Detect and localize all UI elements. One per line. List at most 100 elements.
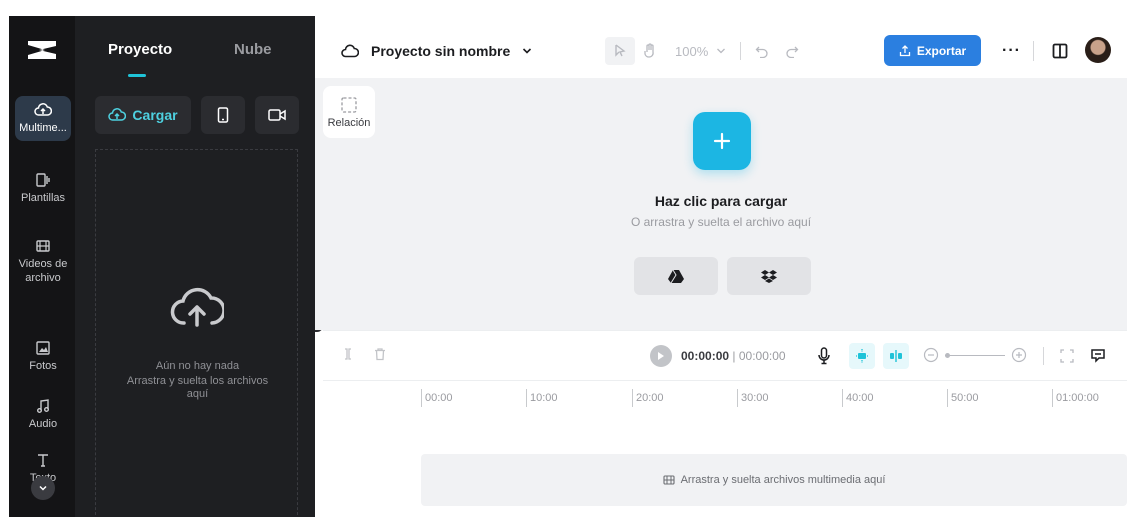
microphone-icon[interactable] [817, 347, 831, 365]
upload-row: Cargar [95, 96, 299, 134]
aspect-ratio-icon [341, 96, 357, 113]
auto-snap-toggle[interactable] [849, 343, 875, 369]
upload-button[interactable]: Cargar [95, 96, 191, 134]
export-icon [899, 44, 910, 56]
cloud-icon [341, 44, 359, 58]
link-clips-toggle[interactable] [883, 343, 909, 369]
rail-more-button[interactable] [31, 476, 55, 500]
ruler-tick: 50:00 [947, 389, 979, 407]
image-icon [36, 341, 50, 355]
avatar[interactable] [1085, 37, 1111, 63]
divider [740, 42, 742, 60]
split-clip-icon[interactable] [341, 347, 355, 361]
project-name: Proyecto sin nombre [371, 43, 511, 59]
tab-proyecto[interactable]: Proyecto [108, 41, 172, 58]
pointer-icon [615, 44, 626, 57]
phone-upload-button[interactable] [201, 96, 245, 134]
template-icon [36, 173, 50, 187]
upload-label: Cargar [132, 107, 178, 123]
rail-item-label: Fotos [29, 360, 57, 372]
phone-icon [217, 107, 229, 123]
project-selector[interactable]: Proyecto sin nombre [341, 43, 532, 59]
cloud-upload-icon [108, 108, 127, 121]
chevron-down-icon [39, 485, 47, 491]
zoom-slider-knob[interactable] [945, 352, 950, 358]
export-button[interactable]: Exportar [884, 35, 981, 66]
active-tab-indicator [128, 74, 146, 77]
cloud-upload-icon [34, 103, 52, 116]
divider [1043, 347, 1044, 365]
select-tool-button[interactable] [605, 37, 635, 65]
top-bar: Proyecto sin nombre 100% Exportar ··· [315, 16, 1127, 78]
timecode: 00:00:00 | 00:00:00 [681, 349, 786, 363]
aspect-ratio-button[interactable]: Relación [323, 86, 375, 138]
aspect-ratio-label: Relación [327, 116, 371, 129]
chevron-down-icon [523, 48, 532, 54]
text-icon [38, 454, 48, 467]
ruler-tick: 01:00:00 [1052, 389, 1099, 407]
rail-item-videos[interactable]: Videos de archivo [15, 238, 71, 285]
rail-item-label: Plantillas [20, 192, 66, 204]
upload-cta-title[interactable]: Haz clic para cargar [315, 193, 1127, 209]
magnet-snap-icon [856, 349, 868, 363]
comment-icon[interactable] [1090, 348, 1106, 364]
timeline-edit-tools [341, 347, 387, 361]
trash-icon[interactable] [373, 347, 387, 361]
rail-item-label: Videos de archivo [18, 258, 68, 284]
total-time: 00:00:00 [738, 349, 786, 363]
main-track-dropzone[interactable]: Arrastra y suelta archivos multimedia aq… [421, 454, 1127, 506]
align-center-icon [890, 350, 902, 362]
redo-icon[interactable] [785, 44, 799, 58]
play-button[interactable] [650, 345, 672, 367]
google-drive-button[interactable] [634, 257, 718, 295]
left-rail: Multime... Plantillas Videos de archivo … [9, 16, 75, 517]
film-icon [663, 475, 675, 485]
rail-item-plantillas[interactable]: Plantillas [15, 172, 71, 205]
media-panel: Proyecto Nube Cargar Aún no hay nada Arr… [75, 16, 315, 517]
layout-panel-icon[interactable] [1052, 43, 1068, 59]
app-window: Multime... Plantillas Videos de archivo … [0, 0, 1127, 517]
record-button[interactable] [255, 96, 299, 134]
timeline-toolbar: 00:00:00 | 00:00:00 [323, 330, 1127, 380]
divider [1033, 41, 1034, 61]
empty-title: Aún no hay nada [155, 360, 240, 372]
more-options-button[interactable]: ··· [1002, 42, 1021, 60]
current-time: 00:00:00 [681, 349, 730, 363]
zoom-level[interactable]: 100% [675, 44, 708, 59]
ruler-tick: 00:00 [421, 389, 453, 407]
zoom-in-icon[interactable] [1011, 347, 1027, 363]
panel-tabs: Proyecto Nube [75, 16, 315, 78]
export-label: Exportar [916, 43, 967, 58]
dropbox-button[interactable] [727, 257, 811, 295]
zoom-slider[interactable] [945, 352, 1005, 358]
ruler-tick: 20:00 [632, 389, 664, 407]
ruler-tick: 40:00 [842, 389, 874, 407]
timeline-ruler[interactable]: 00:00 10:00 20:00 30:00 40:00 50:00 01:0… [323, 380, 1127, 410]
capcut-logo-icon[interactable] [25, 38, 59, 62]
panel-dropzone[interactable]: Aún no hay nada Arrastra y suelta los ar… [95, 149, 298, 517]
google-drive-icon [668, 269, 684, 283]
play-icon [658, 352, 664, 360]
rail-item-label: Multime... [19, 122, 67, 134]
hand-icon[interactable] [643, 43, 657, 59]
empty-state-text: Aún no hay nada Arrastra y suelta los ar… [96, 360, 299, 401]
rail-item-multimedia[interactable]: Multime... [15, 96, 71, 141]
preview-canvas: Relación Haz clic para cargar O arrastra… [315, 78, 1127, 330]
undo-icon[interactable] [755, 44, 769, 58]
zoom-out-icon[interactable] [923, 347, 939, 363]
fit-to-screen-icon[interactable] [1060, 349, 1074, 363]
rail-item-label: Audio [28, 418, 58, 430]
rail-item-fotos[interactable]: Fotos [15, 340, 71, 373]
plus-icon [713, 132, 731, 150]
upload-cta-subtitle: O arrastra y suelta el archivo aquí [630, 215, 812, 229]
time-separator: | [732, 349, 736, 363]
chevron-down-icon [717, 48, 726, 54]
tab-nube[interactable]: Nube [234, 41, 272, 58]
timeline-zoom [923, 347, 1027, 363]
rail-item-audio[interactable]: Audio [15, 398, 71, 431]
dropbox-icon [761, 270, 777, 283]
ruler-tick: 10:00 [526, 389, 558, 407]
upload-plus-button[interactable] [693, 112, 751, 170]
cloud-upload-icon [170, 287, 224, 327]
music-note-icon [37, 399, 49, 413]
